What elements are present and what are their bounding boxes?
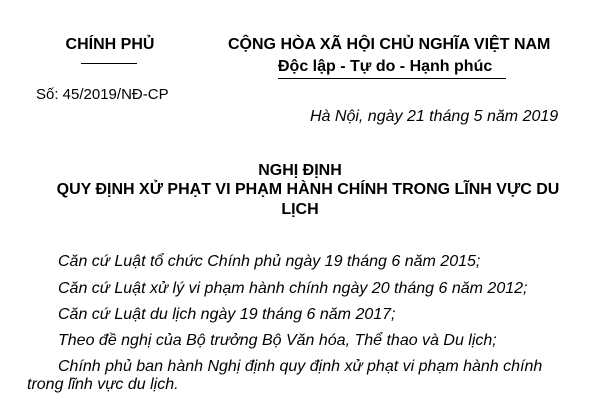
document-title-line-2: LỊCH: [281, 201, 319, 218]
legal-basis-1: Căn cứ Luật tổ chức Chính phủ ngày 19 th…: [58, 253, 481, 270]
promulgation-line-continued: trong lĩnh vực du lịch.: [27, 376, 179, 393]
document-number: Số: 45/2019/NĐ-CP: [36, 86, 169, 103]
issuing-agency: CHÍNH PHỦ: [65, 36, 155, 53]
legal-basis-3: Căn cứ Luật du lịch ngày 19 tháng 6 năm …: [58, 306, 396, 323]
motto-underline: [278, 78, 506, 79]
proposal-line: Theo đề nghị của Bộ trưởng Bộ Văn hóa, T…: [58, 332, 497, 349]
legal-basis-2: Căn cứ Luật xử lý vi phạm hành chính ngà…: [58, 280, 528, 297]
place-and-date: Hà Nội, ngày 21 tháng 5 năm 2019: [310, 108, 559, 125]
promulgation-line: Chính phủ ban hành Nghị định quy định xử…: [58, 358, 543, 375]
national-title: CỘNG HÒA XÃ HỘI CHỦ NGHĨA VIỆT NAM: [228, 36, 551, 53]
document-type: NGHỊ ĐỊNH: [258, 162, 342, 179]
issuer-underline: [81, 63, 137, 64]
document-title-line-1: QUY ĐỊNH XỬ PHẠT VI PHẠM HÀNH CHÍNH TRON…: [56, 181, 560, 198]
national-motto: Độc lập - Tự do - Hạnh phúc: [278, 58, 493, 75]
